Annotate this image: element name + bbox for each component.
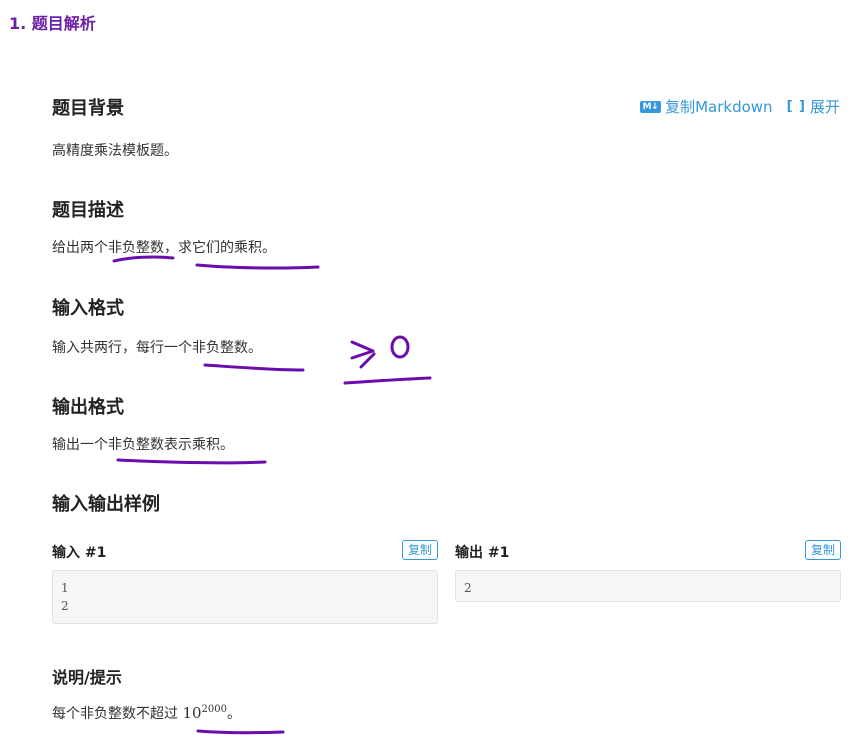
copy-output-button[interactable]: 复制	[804, 540, 841, 560]
sample-output-panel: 输出 #1 复制 2	[455, 540, 841, 602]
description-text: 给出两个非负整数，求它们的乘积。	[52, 240, 276, 256]
copy-input-button[interactable]: 复制	[401, 540, 438, 560]
note-zero	[390, 335, 410, 359]
problem-actions: M↓ 复制Markdown [ ] 展开	[639, 96, 840, 117]
hint-title: 说明/提示	[52, 668, 122, 687]
note-underline	[343, 376, 432, 385]
expand-label: 展开	[809, 98, 840, 116]
samples-title: 输入输出样例	[52, 494, 160, 515]
sample-output-label: 输出 #1	[455, 545, 510, 561]
hint-math-base: 10	[182, 704, 202, 722]
copy-markdown-label: 复制Markdown	[665, 98, 773, 116]
underline-product	[195, 263, 320, 270]
underline-input-line	[203, 363, 305, 372]
copy-markdown-button[interactable]: M↓ 复制Markdown	[639, 96, 773, 117]
note-equals-stroke	[359, 352, 376, 369]
note-greater-sign	[350, 340, 375, 360]
description-title: 题目描述	[52, 200, 124, 221]
markdown-icon: M↓	[639, 100, 662, 113]
input-format-title: 输入格式	[52, 298, 124, 319]
hint-math: 102000	[182, 704, 227, 722]
underline-hint	[196, 729, 285, 735]
input-format-text: 输入共两行，每行一个非负整数。	[52, 340, 262, 356]
sample-input-panel: 输入 #1 复制 1 2	[52, 540, 438, 624]
sample-input-box[interactable]: 1 2	[52, 570, 438, 624]
hint-text-body: 每个非负整数不超过	[52, 706, 178, 722]
expand-button[interactable]: [ ] 展开	[787, 96, 840, 117]
output-format-title: 输出格式	[52, 397, 124, 418]
page-heading: 1. 题目解析	[9, 14, 96, 33]
hint-math-exponent: 2000	[201, 704, 227, 715]
background-title: 题目背景	[52, 98, 124, 119]
hint-text: 每个非负整数不超过 102000。	[52, 703, 241, 723]
underline-nonneg-int	[112, 255, 175, 263]
underline-output-line	[116, 458, 267, 465]
output-format-text: 输出一个非负整数表示乘积。	[52, 437, 234, 453]
expand-icon: [ ]	[786, 99, 806, 114]
sample-output-box[interactable]: 2	[455, 570, 841, 602]
hint-tail: 。	[227, 706, 241, 722]
background-text: 高精度乘法模板题。	[52, 143, 178, 159]
sample-input-label: 输入 #1	[52, 545, 107, 561]
